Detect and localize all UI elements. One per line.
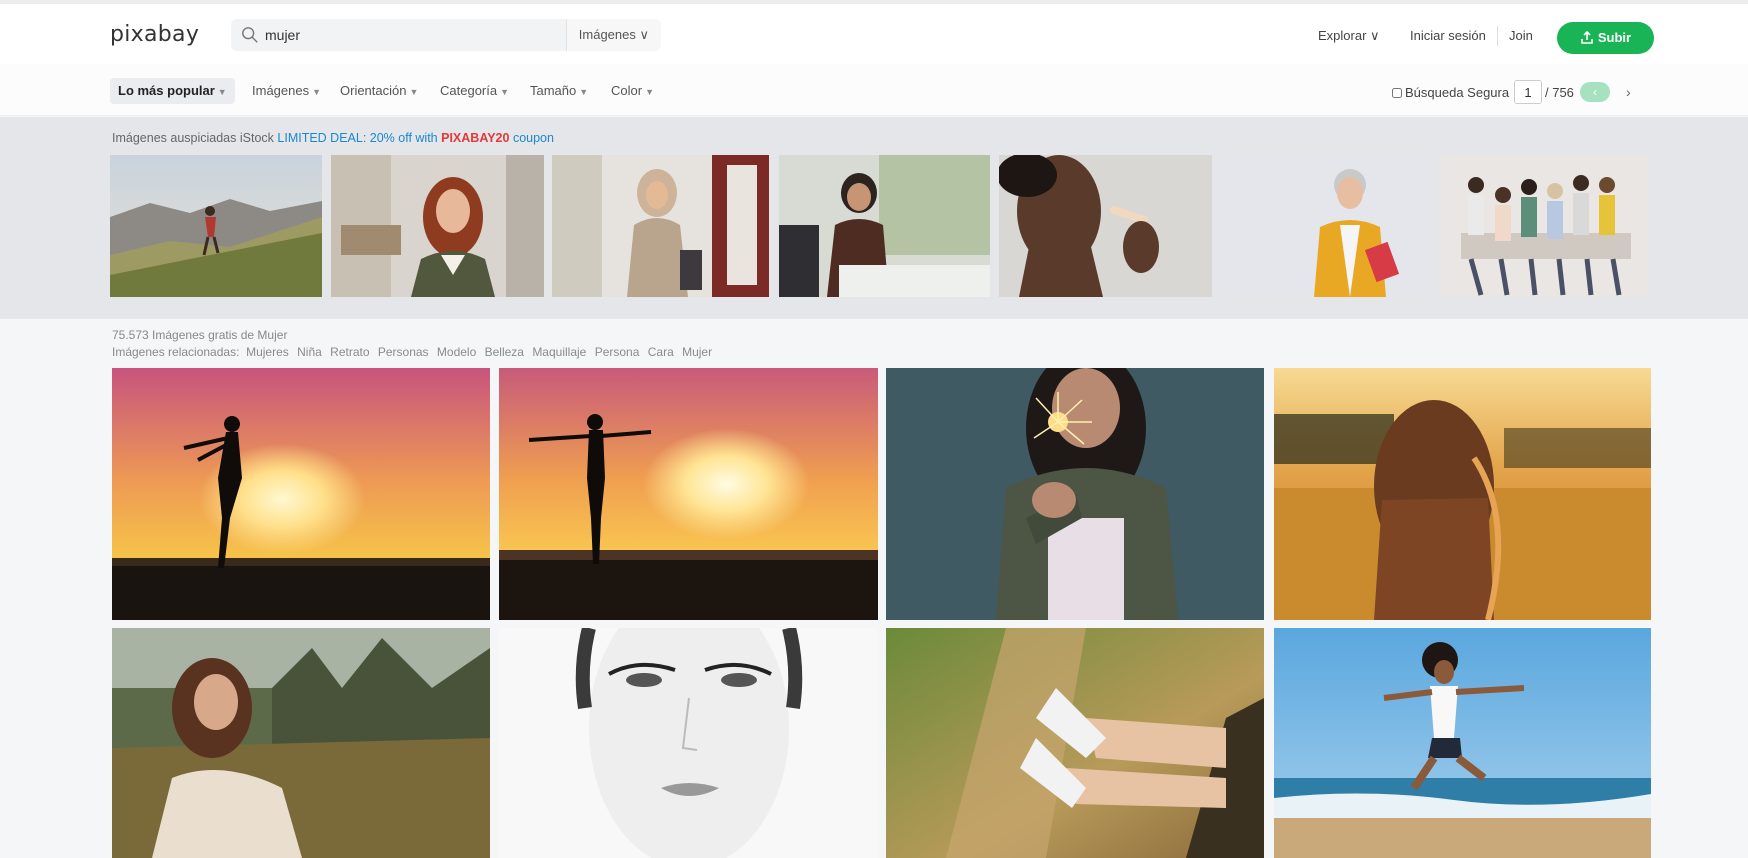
sponsored-deal-link[interactable]: LIMITED DEAL: 20% off with — [277, 131, 437, 145]
sponsored-image[interactable] — [331, 155, 544, 297]
sponsored-image[interactable] — [1441, 155, 1648, 297]
filter-label: Imágenes — [252, 83, 310, 98]
caret-down-icon: ▼ — [312, 87, 322, 97]
result-image[interactable] — [1274, 628, 1651, 858]
related-tag[interactable]: Belleza — [485, 345, 524, 359]
join-link[interactable]: Join — [1509, 28, 1533, 43]
top-header: pixabay Imágenes ∨ Explorar ∨ Iniciar se… — [0, 0, 1748, 64]
filter-orientation[interactable]: Orientación ▼ — [340, 78, 418, 104]
filter-category[interactable]: Categoría ▼ — [440, 78, 509, 104]
related-tag[interactable]: Maquillaje — [532, 345, 586, 359]
filter-bar: Lo más popular ▼ Imágenes ▼ Orientación ▼ C… — [0, 64, 1748, 116]
page-total: / 756 — [1545, 85, 1574, 100]
related-tags: Imágenes relacionadas: Mujeres Niña Retr… — [112, 345, 717, 359]
page-number-input[interactable] — [1514, 80, 1542, 104]
upload-button[interactable]: Subir — [1557, 22, 1654, 54]
safe-search-label: Búsqueda Segura — [1405, 85, 1510, 100]
result-image[interactable] — [886, 628, 1264, 858]
related-tag[interactable]: Mujeres — [246, 345, 289, 359]
search-icon[interactable] — [241, 26, 259, 44]
safe-search-checkbox[interactable] — [1392, 88, 1402, 98]
login-link[interactable]: Iniciar sesión — [1410, 28, 1486, 43]
sponsored-suffix[interactable]: coupon — [513, 131, 554, 145]
caret-down-icon: ▼ — [579, 87, 589, 97]
sponsored-coupon-code[interactable]: PIXABAY20 — [441, 131, 509, 145]
upload-label: Subir — [1597, 30, 1632, 45]
related-tag[interactable]: Modelo — [437, 345, 476, 359]
result-image[interactable] — [499, 628, 878, 858]
result-image[interactable] — [112, 368, 490, 620]
filter-color[interactable]: Color ▼ — [611, 78, 654, 104]
header-divider — [1497, 26, 1498, 46]
search-input[interactable] — [265, 25, 565, 45]
caret-down-icon: ▼ — [409, 87, 419, 97]
caret-down-icon: ▼ — [645, 87, 654, 97]
result-image[interactable] — [1274, 368, 1651, 620]
sponsored-image[interactable] — [110, 155, 322, 297]
caret-down-icon: ▼ — [500, 87, 510, 97]
related-tag[interactable]: Niña — [297, 345, 322, 359]
results-count: 75.573 Imágenes gratis de Mujer — [112, 328, 288, 342]
search-type-dropdown[interactable]: Imágenes ∨ — [565, 19, 661, 51]
result-image[interactable] — [112, 628, 490, 858]
sponsored-image[interactable] — [1220, 155, 1432, 297]
filter-label: Orientación — [340, 83, 407, 98]
prev-page-button[interactable]: ‹ — [1580, 82, 1610, 102]
pixabay-logo[interactable]: pixabay — [110, 22, 199, 47]
related-tag[interactable]: Retrato — [330, 345, 369, 359]
caret-down-icon: ▼ — [217, 87, 227, 97]
sponsored-image[interactable] — [999, 155, 1212, 297]
related-tag[interactable]: Mujer — [682, 345, 712, 359]
sponsored-strip: Imágenes auspiciadas iStock LIMITED DEAL… — [0, 117, 1748, 319]
related-tag[interactable]: Cara — [648, 345, 674, 359]
filter-label: Categoría — [440, 83, 498, 98]
sponsored-image[interactable] — [552, 155, 769, 297]
filter-popular[interactable]: Lo más popular ▼ — [110, 78, 235, 104]
result-image[interactable] — [499, 368, 878, 620]
filter-size[interactable]: Tamaño ▼ — [530, 78, 588, 104]
next-page-button[interactable]: › — [1626, 84, 1631, 100]
related-tag[interactable]: Persona — [595, 345, 640, 359]
sponsored-caption: Imágenes auspiciadas iStock LIMITED DEAL… — [112, 131, 554, 145]
result-image[interactable] — [886, 368, 1264, 620]
sponsored-image[interactable] — [779, 155, 990, 297]
upload-icon — [1581, 30, 1593, 44]
filter-images[interactable]: Imágenes ▼ — [252, 78, 321, 104]
safe-search-toggle[interactable]: Búsqueda Segura — [1392, 85, 1509, 100]
filter-label: Lo más popular — [118, 83, 215, 98]
filter-label: Color — [611, 83, 643, 98]
related-label: Imágenes relacionadas: — [112, 345, 240, 359]
filter-label: Tamaño — [530, 83, 577, 98]
sponsored-prefix: Imágenes auspiciadas iStock — [112, 131, 274, 145]
search-box[interactable]: Imágenes ∨ — [231, 19, 661, 51]
explore-menu[interactable]: Explorar ∨ — [1318, 28, 1380, 44]
related-tag[interactable]: Personas — [378, 345, 429, 359]
